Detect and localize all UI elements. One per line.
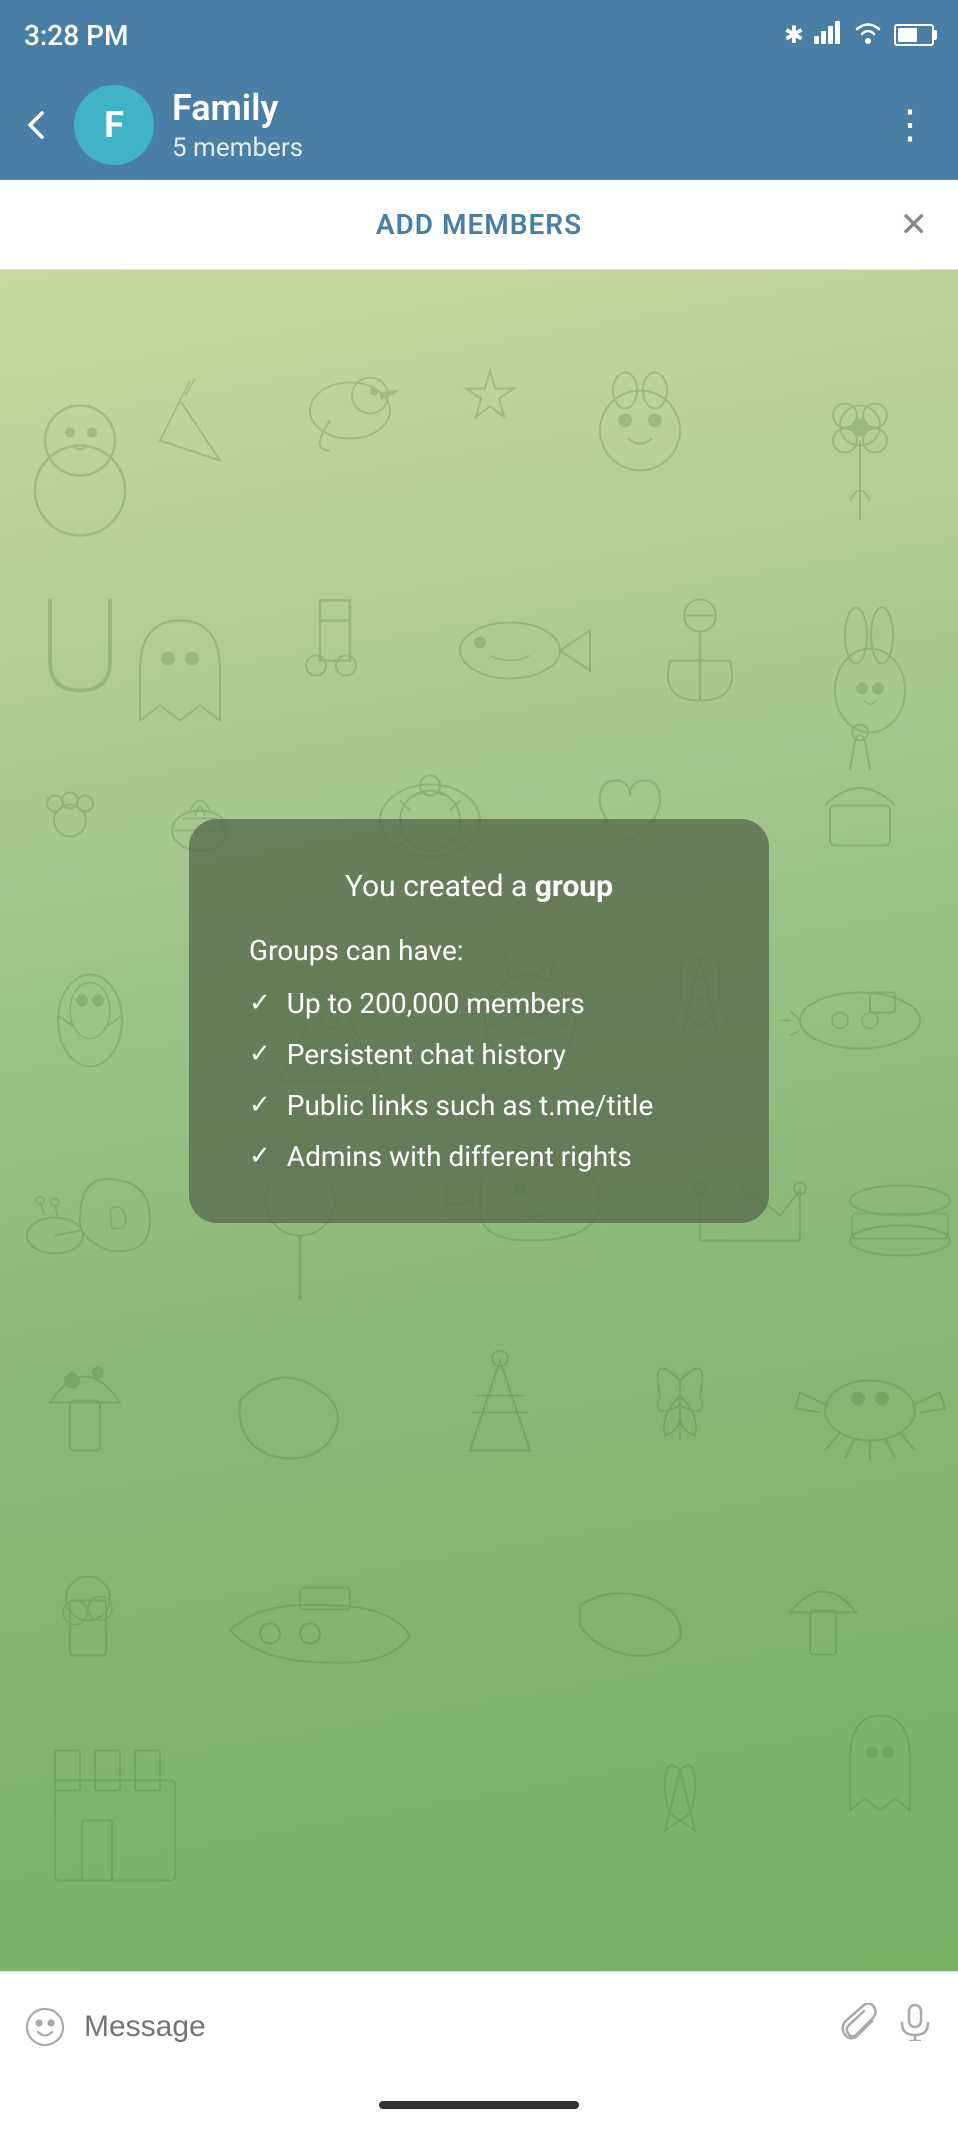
home-bar	[379, 2101, 579, 2109]
add-members-label[interactable]: ADD MEMBERS	[376, 208, 582, 241]
message-input[interactable]	[84, 2010, 822, 2044]
close-button[interactable]: ✕	[900, 205, 929, 245]
checkmark-icon: ✓	[249, 988, 271, 1018]
status-bar: 3:28 PM ✱	[0, 0, 958, 70]
info-card-title: You created a group	[249, 869, 709, 904]
checkmark-icon: ✓	[249, 1141, 271, 1171]
chat-background: You created a group Groups can have: ✓ U…	[0, 270, 958, 1971]
battery-icon	[894, 24, 934, 46]
checkmark-icon: ✓	[249, 1039, 271, 1069]
more-options-button[interactable]: ⋮	[882, 93, 938, 156]
list-item: ✓ Admins with different rights	[249, 1140, 709, 1173]
member-count: 5 members	[172, 133, 864, 163]
add-members-bar: ADD MEMBERS ✕	[0, 180, 958, 270]
status-time: 3:28 PM	[24, 19, 128, 52]
bottom-bar	[0, 1971, 958, 2081]
checkmark-icon: ✓	[249, 1090, 271, 1120]
list-item: ✓ Up to 200,000 members	[249, 987, 709, 1020]
group-name: Family	[172, 87, 864, 129]
status-icons: ✱	[784, 20, 934, 50]
info-card-list: ✓ Up to 200,000 members ✓ Persistent cha…	[249, 987, 709, 1173]
bluetooth-icon: ✱	[784, 21, 804, 49]
list-item: ✓ Persistent chat history	[249, 1038, 709, 1071]
list-item: ✓ Public links such as t.me/title	[249, 1089, 709, 1122]
group-info-card: You created a group Groups can have: ✓ U…	[189, 819, 769, 1223]
group-avatar: F	[74, 85, 154, 165]
info-card-subtitle: Groups can have:	[249, 934, 709, 967]
header-bar: F Family 5 members ⋮	[0, 70, 958, 180]
signal-icon	[814, 20, 842, 50]
mic-button[interactable]	[896, 2003, 934, 2051]
home-indicator	[0, 2081, 958, 2129]
attach-button[interactable]	[840, 2003, 878, 2051]
wifi-icon	[852, 20, 884, 50]
header-info: Family 5 members	[172, 87, 864, 163]
emoji-button[interactable]	[24, 2006, 66, 2048]
back-button[interactable]	[20, 107, 56, 143]
